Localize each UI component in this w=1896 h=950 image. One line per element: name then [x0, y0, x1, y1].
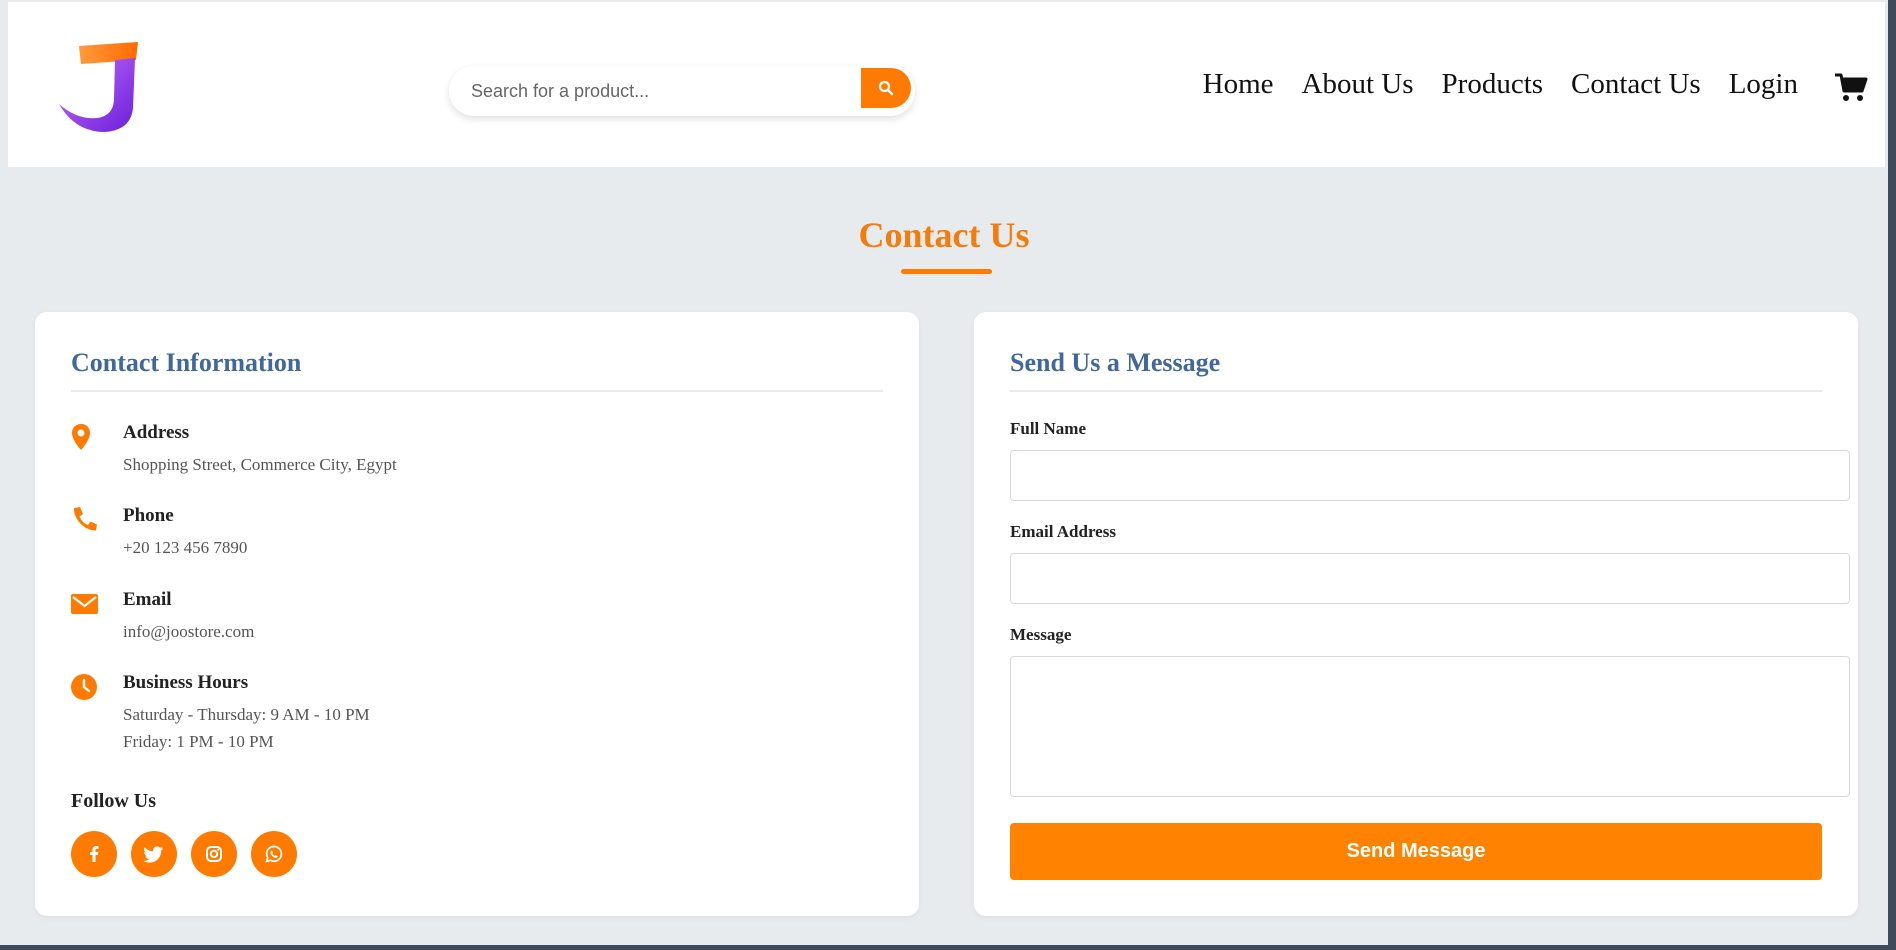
instagram-button[interactable] [191, 831, 237, 877]
info-business-hours-label: Business Hours [123, 672, 249, 693]
twitter-button[interactable] [131, 831, 177, 877]
send-message-card: Send Us a Message Full Name Email Addres… [974, 312, 1858, 916]
nav-about-us[interactable]: About Us [1302, 68, 1414, 101]
search-input[interactable] [471, 76, 841, 106]
message-textarea[interactable] [1010, 656, 1850, 797]
location-pin-icon [72, 424, 90, 450]
info-email-label: Email [123, 589, 172, 610]
email-address-input[interactable] [1010, 553, 1850, 604]
nav-login[interactable]: Login [1729, 68, 1798, 101]
info-phone-value: +20 123 456 7890 [123, 538, 248, 557]
social-links [71, 831, 297, 877]
page: Home About Us Products Contact Us Login … [0, 0, 1888, 945]
contact-information-card: Contact Information Address Shopping Str… [35, 312, 919, 916]
email-address-label: Email Address [1010, 522, 1116, 541]
clock-icon [71, 674, 97, 700]
send-message-button[interactable]: Send Message [1010, 823, 1822, 880]
page-title: Contact Us [858, 215, 1030, 255]
site-header: Home About Us Products Contact Us Login [8, 2, 1885, 167]
facebook-button[interactable] [71, 831, 117, 877]
contact-information-title: Contact Information [71, 348, 302, 377]
search-button[interactable] [861, 68, 911, 108]
store-logo[interactable] [53, 38, 143, 134]
divider [1010, 390, 1822, 392]
info-business-hours-value: Saturday - Thursday: 9 AM - 10 PM Friday… [123, 701, 370, 755]
follow-us-label: Follow Us [71, 790, 156, 812]
nav-products[interactable]: Products [1442, 68, 1544, 101]
search-icon [878, 80, 894, 96]
nav-contact-us[interactable]: Contact Us [1571, 68, 1701, 101]
full-name-label: Full Name [1010, 419, 1087, 438]
info-address-value: Shopping Street, Commerce City, Egypt [123, 455, 397, 474]
whatsapp-icon [265, 845, 283, 863]
info-email-value: info@joostore.com [123, 622, 255, 641]
main-nav: Home About Us Products Contact Us Login [1203, 68, 1798, 101]
nav-home[interactable]: Home [1203, 68, 1274, 101]
send-message-title: Send Us a Message [1010, 348, 1221, 377]
whatsapp-button[interactable] [251, 831, 297, 877]
search-bar [449, 66, 915, 116]
title-underline [901, 269, 992, 274]
instagram-icon [206, 846, 222, 862]
divider [71, 390, 883, 392]
phone-icon [73, 507, 97, 531]
business-hours-line: Saturday - Thursday: 9 AM - 10 PM [123, 705, 370, 724]
business-hours-line: Friday: 1 PM - 10 PM [123, 732, 274, 751]
envelope-icon [71, 594, 98, 614]
info-phone-label: Phone [123, 505, 174, 526]
message-label: Message [1010, 625, 1072, 644]
full-name-input[interactable] [1010, 450, 1850, 501]
cart-icon[interactable] [1834, 72, 1868, 102]
facebook-icon [90, 846, 99, 862]
twitter-icon [144, 846, 163, 863]
info-address-label: Address [123, 422, 190, 443]
